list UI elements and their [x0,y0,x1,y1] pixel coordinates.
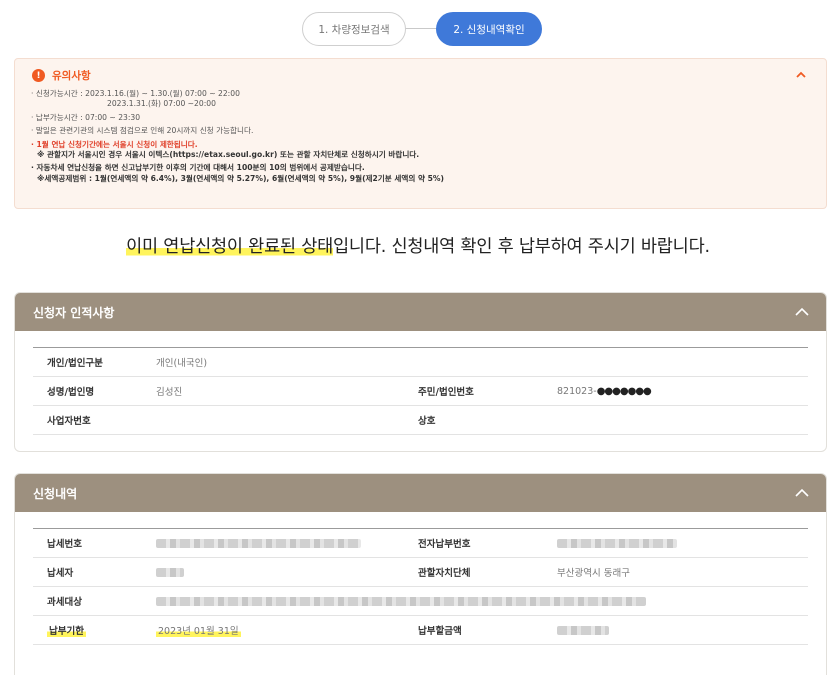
table-row: 개인/법인구분 개인(내국인) [33,347,808,377]
table-row: 납세자 관할자치단체 부산광역시 동래구 [33,557,808,587]
step-vehicle-search[interactable]: 1. 차량정보검색 [302,12,406,46]
redacted-value [156,538,361,548]
warning-icon: ! [32,69,45,82]
step-application-check[interactable]: 2. 신청내역확인 [436,12,542,46]
notice-title: 유의사항 [52,70,91,82]
company-label: 상호 [404,405,543,435]
details-panel-header[interactable]: 신청내역 [15,474,826,512]
biz-value [142,405,404,435]
table-row: 사업자번호 상호 [33,405,808,435]
type-label: 개인/법인구분 [33,347,142,377]
status-rest: 입니다. 신청내역 확인 후 납부하여 주시기 바랍니다. [333,237,710,257]
due-value: 2023년 01월 31일 [142,615,404,645]
details-panel-title: 신청내역 [33,486,78,501]
payer-value [142,557,404,587]
due-label: 납부기한 [33,615,142,645]
id-label: 주민/법인번호 [404,376,543,406]
amount-value [543,615,808,645]
applicant-panel: 신청자 인적사항 개인/법인구분 개인(내국인) 성명/법인명 김성진 주민/법… [14,292,827,452]
notice-line: ※ 관할지가 서울시인 경우 서울시 이텍스(https://etax.seou… [37,150,420,160]
notice-box: ! 유의사항 · 신청가능시간 : 2023.1.16.(월) ~ 1.30.(… [14,58,827,209]
amount-label: 납부할금액 [404,615,543,645]
redacted-value [156,596,646,606]
chevron-up-icon[interactable] [794,304,810,320]
object-value [142,586,808,616]
notice-line-warning: · 1월 연납 신청기간에는 서울시 신청이 제한됩니다. [31,139,198,149]
table-row: 성명/법인명 김성진 주민/법인번호 821023-●●●●●●● [33,376,808,406]
name-value: 김성진 [142,376,404,406]
notice-line: · 자동차세 연납신청을 하면 신고납부기한 이후의 기간에 대해서 100분의… [31,163,365,173]
details-panel: 신청내역 납세번호 전자납부번호 납세자 관할자치단체 부산광역시 동래구 과세… [14,473,827,675]
tax-no-value [142,528,404,558]
type-value: 개인(내국인) [142,347,808,377]
applicant-panel-title: 신청자 인적사항 [33,305,115,320]
details-table: 납세번호 전자납부번호 납세자 관할자치단체 부산광역시 동래구 과세대상 납부… [33,528,808,645]
notice-line: · 말일은 관련기관의 시스템 점검으로 인해 20시까지 신청 가능합니다. [31,126,254,136]
table-row: 납부기한 2023년 01월 31일 납부할금액 [33,615,808,645]
status-message: 이미 연납신청이 완료된 상태입니다. 신청내역 확인 후 납부하여 주시기 바… [0,233,836,258]
notice-line: 2023.1.31.(화) 07:00 ~20:00 [107,99,216,109]
progress-stepper: 1. 차량정보검색 2. 신청내역확인 [302,12,542,46]
notice-line: ※세액공제범위 : 1월(연세액의 약 6.4%), 3월(연세액의 약 5.2… [37,173,445,183]
name-label: 성명/법인명 [33,376,142,406]
company-value [543,405,808,435]
notice-list: · 신청가능시간 : 2023.1.16.(월) ~ 1.30.(월) 07:0… [31,89,811,184]
object-label: 과세대상 [33,586,142,616]
chevron-up-icon[interactable] [794,485,810,501]
epay-label: 전자납부번호 [404,528,543,558]
redacted-value [156,567,184,577]
table-row: 과세대상 [33,586,808,616]
authority-value: 부산광역시 동래구 [543,557,808,587]
id-value: 821023-●●●●●●● [543,376,808,406]
id-mask: ●●●●●●● [596,385,652,397]
biz-label: 사업자번호 [33,405,142,435]
epay-value [543,528,808,558]
id-prefix: 821023- [557,385,597,397]
status-highlight: 이미 연납신청이 완료된 상태 [126,237,334,257]
notice-line: · 신청가능시간 : 2023.1.16.(월) ~ 1.30.(월) 07:0… [31,89,240,98]
payer-label: 납세자 [33,557,142,587]
redacted-value [557,625,609,635]
redacted-value [557,538,677,548]
notice-line: · 납부가능시간 : 07:00 ~ 23:30 [31,112,141,122]
applicant-panel-header[interactable]: 신청자 인적사항 [15,293,826,331]
tax-no-label: 납세번호 [33,528,142,558]
authority-label: 관할자치단체 [404,557,543,587]
chevron-up-icon[interactable] [794,67,808,81]
table-row: 납세번호 전자납부번호 [33,528,808,558]
applicant-table: 개인/법인구분 개인(내국인) 성명/법인명 김성진 주민/법인번호 82102… [33,347,808,435]
notice-header: ! 유의사항 [32,68,91,83]
